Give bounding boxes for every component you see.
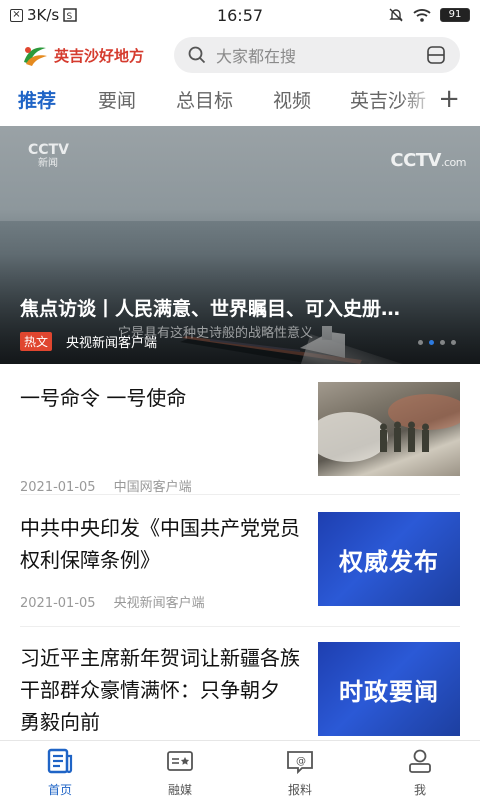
news-source: 中国网客户端 xyxy=(113,480,192,495)
news-thumbnail xyxy=(318,382,460,476)
news-item[interactable]: 一号命令 一号使命 2021-01-05 中国网客户端 xyxy=(20,382,460,500)
news-meta: 2021-01-05 中国网客户端 xyxy=(20,476,192,495)
hot-tag: 热文 xyxy=(20,332,53,351)
soldiers-image xyxy=(318,394,460,462)
tab-recommend[interactable]: 推荐 xyxy=(18,86,56,113)
banner-source: 央视新闻客户端 xyxy=(66,336,158,351)
svg-text:@: @ xyxy=(296,756,306,767)
nav-label: 报料 xyxy=(287,783,312,797)
app-logo[interactable]: 英吉沙好地方 xyxy=(20,42,144,68)
nav-label: 融媒 xyxy=(167,783,192,797)
nav-me[interactable]: 我 xyxy=(380,747,460,798)
nav-label: 首页 xyxy=(47,783,72,797)
media-card-icon xyxy=(167,751,193,771)
cctv-com-watermark: CCTV.com xyxy=(390,150,466,171)
nav-label: 我 xyxy=(413,783,426,797)
news-source: 央视新闻客户端 xyxy=(113,596,205,611)
news-thumbnail: 权威发布 xyxy=(318,512,460,606)
carousel-dot xyxy=(440,340,445,345)
news-title: 习近平主席新年贺词让新疆各族干部群众豪情满怀：只争朝夕 勇毅向前 xyxy=(20,646,300,734)
featured-banner[interactable]: CCTV 新闻 CCTV.com 焦点访谈丨人民满意、世界瞩目、可入史册… 它是具… xyxy=(0,126,480,364)
nav-media[interactable]: 融媒 xyxy=(140,747,220,798)
report-message-icon: @ xyxy=(287,751,313,775)
tab-video[interactable]: 视频 xyxy=(273,86,311,113)
carousel-indicator xyxy=(418,340,456,345)
scan-icon[interactable] xyxy=(426,45,446,65)
clock: 16:57 xyxy=(216,5,264,25)
nav-report[interactable]: @ 报料 xyxy=(260,747,340,798)
nav-home[interactable]: 首页 xyxy=(20,747,100,798)
newspaper-icon xyxy=(47,748,73,774)
news-date: 2021-01-05 xyxy=(20,480,96,495)
banner-title: 焦点访谈丨人民满意、世界瞩目、可入史册… xyxy=(20,298,401,320)
app-header: 英吉沙好地方 大家都在搜 xyxy=(0,32,480,78)
cctv-news-watermark: CCTV 新闻 xyxy=(28,142,69,169)
carousel-dot xyxy=(418,340,423,345)
user-icon xyxy=(409,749,431,773)
search-placeholder: 大家都在搜 xyxy=(216,47,297,66)
tab-general-goal[interactable]: 总目标 xyxy=(176,86,233,113)
tab-headlines[interactable]: 要闻 xyxy=(98,86,136,113)
search-icon xyxy=(188,46,206,64)
carousel-dot-active xyxy=(429,340,434,345)
news-item[interactable]: 中共中央印发《中国共产党党员权利保障条例》 2021-01-05 央视新闻客户端 … xyxy=(20,512,460,630)
news-title: 中共中央印发《中国共产党党员权利保障条例》 xyxy=(20,516,300,572)
carousel-dot xyxy=(451,340,456,345)
add-channel-icon[interactable]: + xyxy=(438,84,460,114)
search-bar[interactable]: 大家都在搜 xyxy=(174,37,460,73)
category-tabs: 推荐 要闻 总目标 视频 英吉沙新 + xyxy=(0,82,480,120)
bottom-navigation: 首页 融媒 @ 报料 我 xyxy=(0,740,480,800)
logo-icon xyxy=(24,47,47,66)
news-date: 2021-01-05 xyxy=(20,596,96,611)
news-meta: 2021-01-05 央视新闻客户端 xyxy=(20,592,205,611)
status-bar: × 3K/s S 16:57 91 xyxy=(0,0,480,30)
app-name: 英吉沙好地方 xyxy=(54,46,145,65)
news-thumbnail: 时政要闻 xyxy=(318,642,460,736)
news-title: 一号命令 一号使命 xyxy=(20,386,187,410)
